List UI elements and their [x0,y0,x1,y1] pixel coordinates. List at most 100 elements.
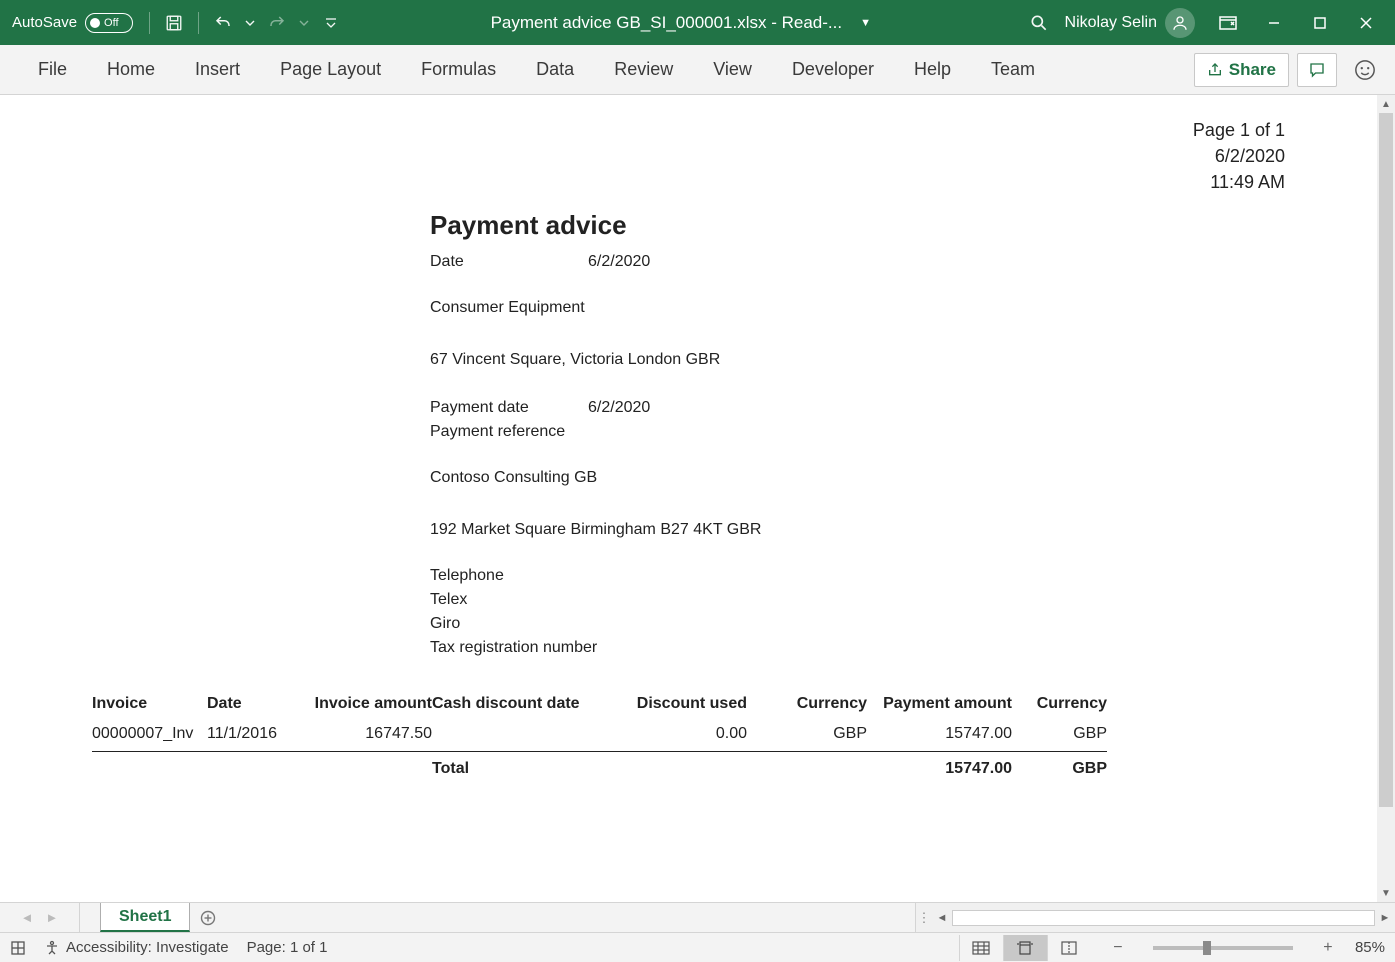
sheet-prev-icon[interactable]: ◄ [21,910,34,925]
redo-dropdown-icon[interactable] [297,7,311,39]
h-scroll-track[interactable] [952,910,1375,926]
zoom-in-button[interactable]: + [1319,939,1337,957]
maximize-icon[interactable] [1297,0,1343,45]
page-status: Page: 1 of 1 [247,939,328,956]
cell-invoice: 00000007_Inv [92,725,207,743]
tab-label: File [38,59,67,80]
accessibility-status[interactable]: Accessibility: Investigate [44,939,229,956]
tab-view[interactable]: View [693,45,772,94]
sheet-tab-bar: ◄ ► Sheet1 ⋮ ◄ ► [0,902,1395,932]
vertical-scrollbar[interactable]: ▲ ▼ [1377,95,1395,902]
undo-dropdown-icon[interactable] [243,7,257,39]
tab-home[interactable]: Home [87,45,175,94]
zoom-handle[interactable] [1203,941,1211,955]
title-bar: AutoSave Off Payment advice GB_SI_000001… [0,0,1395,45]
tab-team[interactable]: Team [971,45,1055,94]
autosave-control[interactable]: AutoSave Off [12,13,133,33]
sheet-tab-label: Sheet1 [119,908,171,926]
tab-label: Data [536,59,574,80]
ribbon-tabs: File Home Insert Page Layout Formulas Da… [0,45,1395,95]
scroll-right-icon[interactable]: ► [1375,912,1395,924]
accessibility-text: Accessibility: Investigate [66,939,229,956]
view-normal-icon[interactable] [959,935,1003,961]
consumer-name: Consumer Equipment [430,299,1310,317]
sheet-tab-active[interactable]: Sheet1 [100,903,190,932]
col-invoice-amount: Invoice amount [287,695,432,713]
document-title: Payment advice [430,210,1310,241]
total-currency: GBP [1012,760,1107,778]
tab-label: Developer [792,59,874,80]
save-icon[interactable] [158,7,190,39]
total-payment-amount: 15747.00 [867,760,1012,778]
autosave-toggle[interactable]: Off [85,13,133,33]
view-page-layout-icon[interactable] [1003,935,1047,961]
zoom-slider[interactable] [1153,946,1293,950]
document-area: Page 1 of 1 6/2/2020 11:49 AM Payment ad… [0,95,1395,902]
giro-label: Giro [430,615,1310,633]
col-cash-discount-date: Cash discount date [432,695,597,713]
zoom-percent[interactable]: 85% [1355,939,1385,956]
scroll-down-icon[interactable]: ▼ [1377,884,1395,902]
cell-date: 11/1/2016 [207,725,287,743]
cell-currency-1: GBP [747,725,867,743]
minimize-icon[interactable] [1251,0,1297,45]
window-title: Payment advice GB_SI_000001.xlsx - Read-… [349,13,1012,33]
user-account[interactable]: Nikolay Selin [1065,8,1195,38]
scroll-track[interactable] [1377,113,1395,884]
scroll-left-icon[interactable]: ◄ [932,912,952,924]
col-currency-1: Currency [747,695,867,713]
add-sheet-button[interactable] [190,903,226,932]
title-dropdown-icon[interactable]: ▼ [860,17,871,29]
sheet-next-icon[interactable]: ► [46,910,59,925]
page-header-info: Page 1 of 1 6/2/2020 11:49 AM [1193,117,1285,195]
tab-insert[interactable]: Insert [175,45,260,94]
tab-label: Team [991,59,1035,80]
close-icon[interactable] [1343,0,1389,45]
payment-date-label: Payment date [430,399,588,417]
col-discount-used: Discount used [597,695,747,713]
view-page-break-icon[interactable] [1047,935,1091,961]
horizontal-scrollbar[interactable]: ⋮ ◄ ► [915,903,1395,932]
tab-label: Formulas [421,59,496,80]
zoom-out-button[interactable]: − [1109,939,1127,957]
ribbon-display-icon[interactable] [1205,0,1251,45]
company-name: Contoso Consulting GB [430,469,1310,487]
tab-data[interactable]: Data [516,45,594,94]
toggle-knob [90,18,100,28]
search-icon[interactable] [1015,7,1063,39]
filename-text: Payment advice GB_SI_000001.xlsx - Read-… [491,13,843,33]
qat-customize-icon[interactable] [315,7,347,39]
col-payment-amount: Payment amount [867,695,1012,713]
consumer-address: 67 Vincent Square, Victoria London GBR [430,351,1310,369]
sheet-nav-arrows[interactable]: ◄ ► [0,903,80,932]
tab-label: Insert [195,59,240,80]
page-time: 11:49 AM [1193,169,1285,195]
redo-icon[interactable] [261,7,293,39]
col-invoice: Invoice [92,695,207,713]
status-bar: Accessibility: Investigate Page: 1 of 1 … [0,932,1395,962]
tab-file[interactable]: File [18,45,87,94]
tax-reg-label: Tax registration number [430,639,1310,657]
scroll-thumb[interactable] [1379,113,1393,807]
tab-label: Page Layout [280,59,381,80]
page-layout-status-icon[interactable] [10,940,26,956]
date-label: Date [430,253,588,271]
share-button[interactable]: Share [1194,53,1289,87]
telephone-label: Telephone [430,567,1310,585]
avatar-icon [1165,8,1195,38]
tab-help[interactable]: Help [894,45,971,94]
tab-developer[interactable]: Developer [772,45,894,94]
feedback-icon[interactable] [1345,50,1385,90]
tab-formulas[interactable]: Formulas [401,45,516,94]
undo-icon[interactable] [207,7,239,39]
page-content[interactable]: Page 1 of 1 6/2/2020 11:49 AM Payment ad… [0,95,1380,902]
comments-button[interactable] [1297,53,1337,87]
table-header: Invoice Date Invoice amount Cash discoun… [92,691,1107,719]
tab-label: Help [914,59,951,80]
tab-page-layout[interactable]: Page Layout [260,45,401,94]
scroll-up-icon[interactable]: ▲ [1377,95,1395,113]
autosave-label: AutoSave [12,14,77,31]
scroll-grip-icon[interactable]: ⋮ [916,910,932,926]
tab-review[interactable]: Review [594,45,693,94]
payment-reference-label: Payment reference [430,423,588,441]
